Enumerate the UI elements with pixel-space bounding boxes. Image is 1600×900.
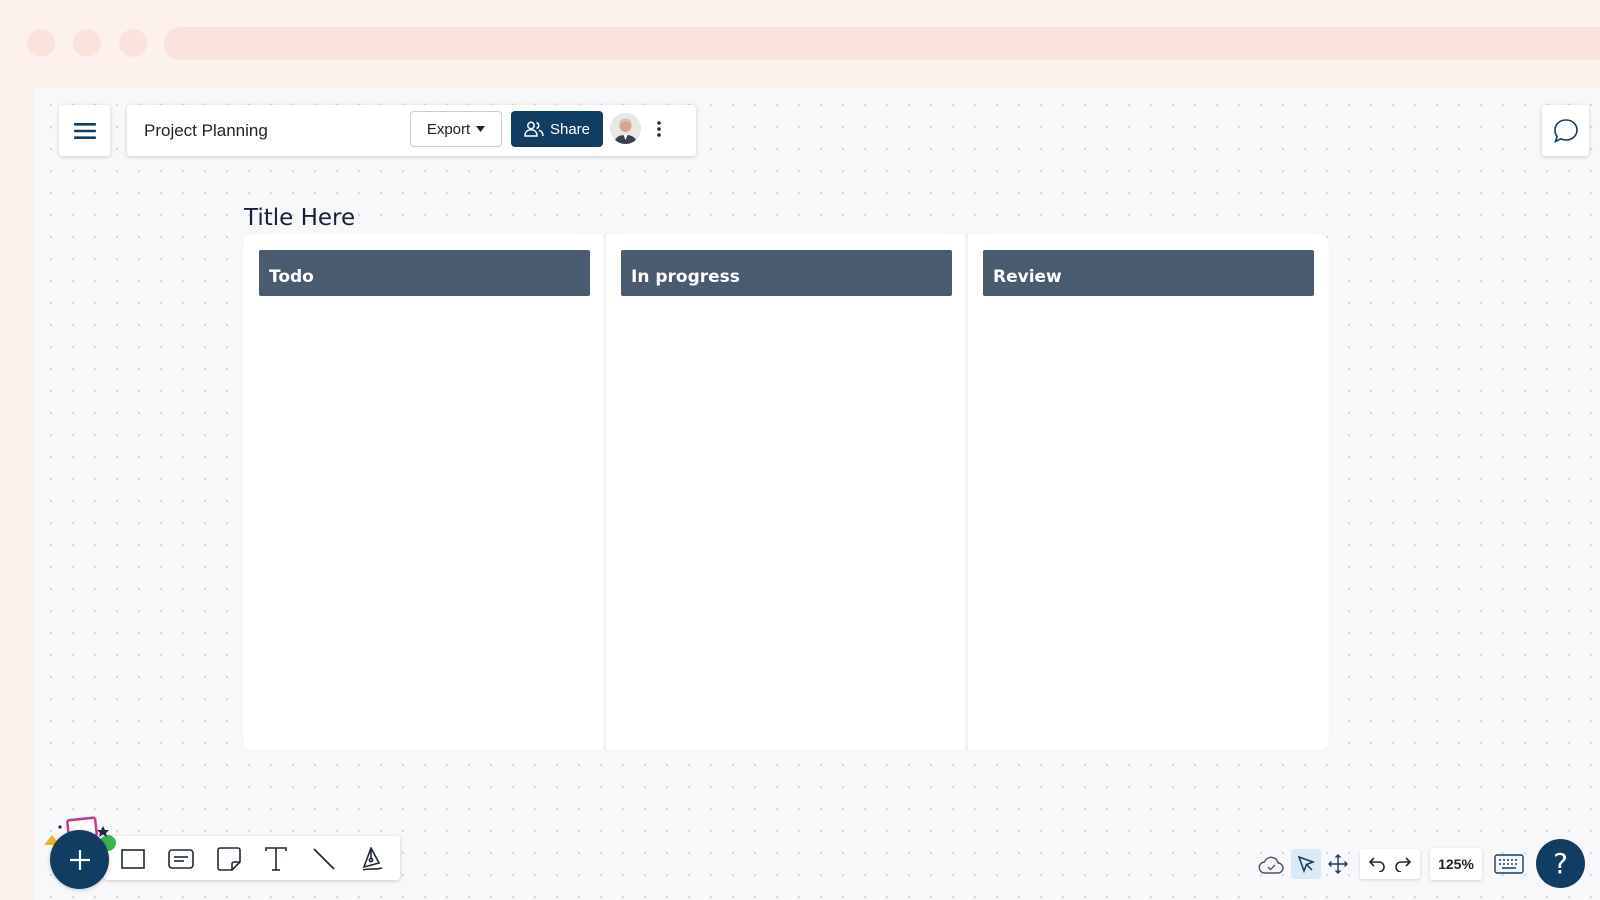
share-label: Share (549, 120, 591, 138)
text-icon (265, 847, 287, 871)
rectangle-tool[interactable] (116, 842, 150, 876)
document-header: Project Planning Export Share (127, 105, 696, 156)
column-divider (965, 234, 968, 750)
document-title[interactable]: Project Planning (144, 121, 268, 141)
window-dot-minimize[interactable] (73, 29, 101, 57)
users-icon (524, 121, 544, 137)
plus-icon (69, 849, 90, 870)
user-avatar[interactable] (610, 113, 641, 144)
share-button[interactable]: Share (511, 111, 603, 147)
sync-status-button[interactable] (1257, 853, 1285, 877)
export-label: Export (426, 120, 471, 138)
pen-tool[interactable] (355, 842, 389, 876)
card-tool[interactable] (164, 842, 198, 876)
board-title[interactable]: Title Here (244, 205, 355, 231)
column-header-review[interactable]: Review (983, 250, 1314, 296)
window-chrome (0, 0, 1600, 88)
keyboard-icon (1494, 854, 1524, 874)
sticky-note-tool[interactable] (212, 842, 246, 876)
card-icon (168, 849, 194, 869)
pan-tool-button[interactable] (1323, 849, 1353, 879)
line-icon (313, 848, 335, 870)
shape-toolbar (104, 836, 400, 880)
main-menu-button[interactable] (59, 105, 110, 156)
speech-bubble-icon (1553, 118, 1578, 143)
undo-redo-group (1360, 849, 1420, 879)
column-header-in-progress[interactable]: In progress (621, 250, 952, 296)
avatar-person-icon (610, 113, 641, 144)
move-arrows-icon (1328, 854, 1348, 874)
zoom-level[interactable]: 125% (1430, 848, 1482, 880)
caret-down-icon (476, 126, 486, 132)
pen-icon (362, 847, 383, 871)
column-header-todo[interactable]: Todo (259, 250, 590, 296)
select-tool-button[interactable] (1291, 849, 1321, 879)
kanban-board[interactable]: Todo In progress Review (243, 234, 1329, 750)
undo-icon (1368, 857, 1385, 872)
hamburger-icon (73, 122, 96, 139)
line-tool[interactable] (307, 842, 341, 876)
comments-button[interactable] (1542, 105, 1589, 156)
undo-button[interactable] (1362, 850, 1390, 878)
export-button[interactable]: Export (410, 111, 502, 147)
window-dot-maximize[interactable] (119, 29, 147, 57)
keyboard-shortcuts-button[interactable] (1492, 851, 1526, 877)
pointer-icon (1297, 855, 1315, 873)
cloud-check-icon (1258, 856, 1284, 874)
vertical-dots-icon (657, 121, 661, 137)
address-bar[interactable] (164, 27, 1600, 60)
text-tool[interactable] (259, 842, 293, 876)
column-divider (603, 234, 606, 750)
add-item-button[interactable] (50, 830, 109, 889)
rectangle-icon (121, 849, 145, 869)
window-dot-close[interactable] (27, 29, 55, 57)
sticky-note-icon (217, 847, 241, 871)
redo-button[interactable] (1390, 850, 1418, 878)
help-button[interactable]: ? (1536, 839, 1585, 888)
redo-icon (1395, 857, 1412, 872)
more-options-button[interactable] (648, 115, 670, 143)
